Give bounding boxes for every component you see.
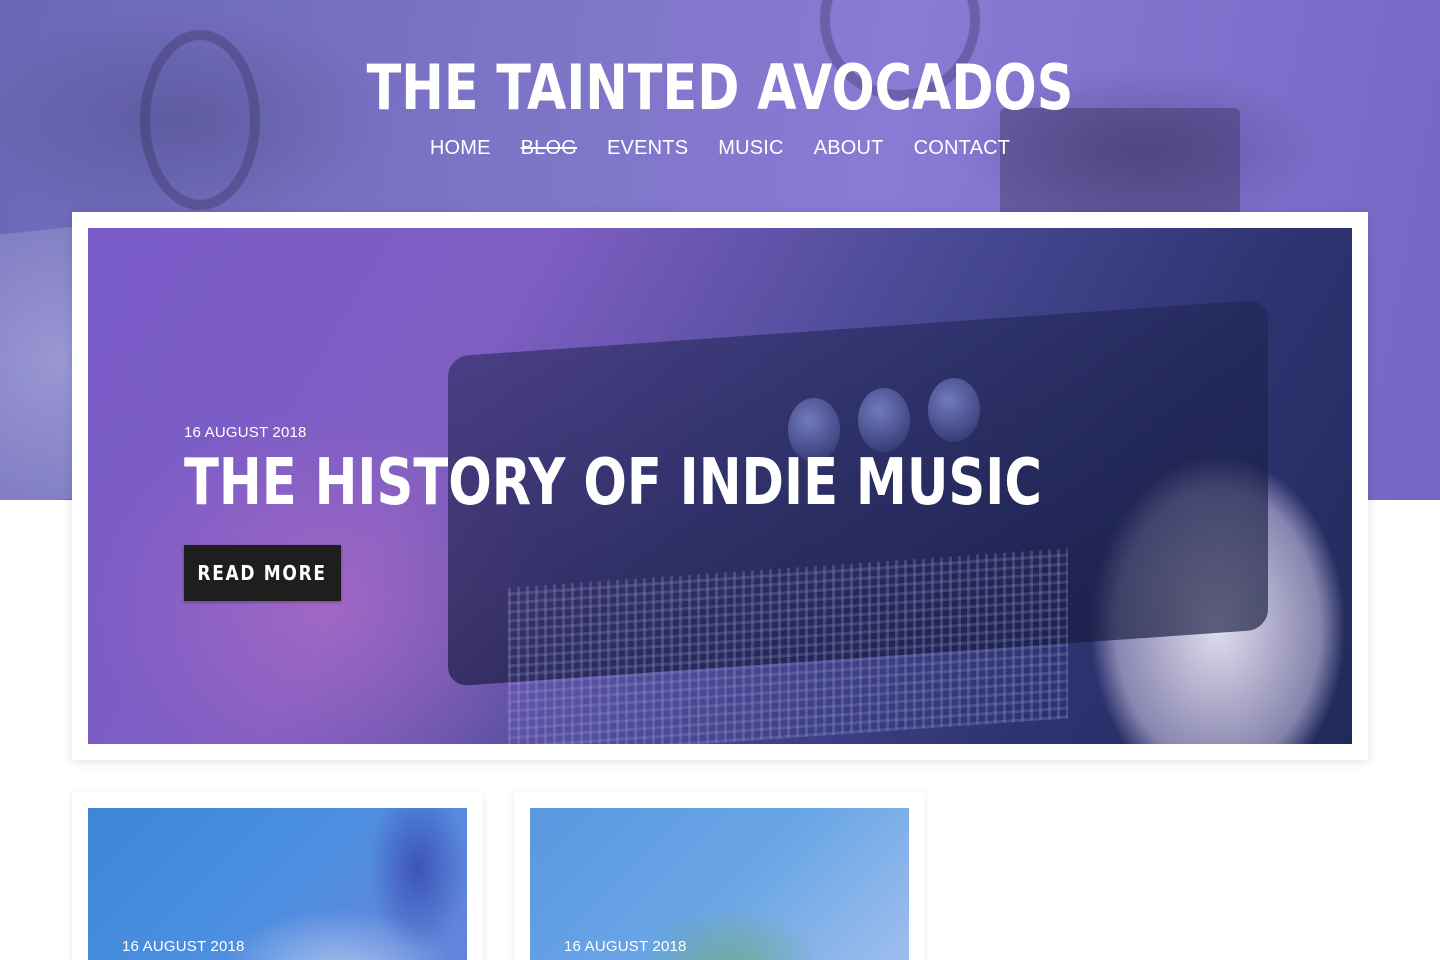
nav-item-events[interactable]: EVENTS bbox=[607, 134, 688, 162]
featured-post-title[interactable]: THE HISTORY OF INDIE MUSIC bbox=[184, 447, 1042, 519]
read-more-label: READ MORE bbox=[197, 561, 328, 585]
post-date: 16 AUGUST 2018 bbox=[122, 938, 245, 955]
nav-item-music[interactable]: MUSIC bbox=[718, 134, 783, 162]
read-more-button[interactable]: READ MORE bbox=[184, 545, 341, 601]
post-image[interactable]: 16 AUGUST 2018 bbox=[530, 808, 909, 960]
main-navigation: HOME BLOG EVENTS MUSIC ABOUT CONTACT bbox=[0, 134, 1440, 162]
featured-post-date: 16 AUGUST 2018 bbox=[184, 424, 307, 441]
post-card: 16 AUGUST 2018 bbox=[514, 792, 925, 960]
nav-item-about[interactable]: ABOUT bbox=[814, 134, 884, 162]
post-date: 16 AUGUST 2018 bbox=[564, 938, 687, 955]
featured-post-content: 16 AUGUST 2018 THE HISTORY OF INDIE MUSI… bbox=[184, 424, 1256, 601]
featured-post-image[interactable]: 16 AUGUST 2018 THE HISTORY OF INDIE MUSI… bbox=[88, 228, 1352, 744]
post-card: 16 AUGUST 2018 bbox=[72, 792, 483, 960]
site-title[interactable]: THE TAINTED AVOCADOS bbox=[130, 52, 1311, 124]
nav-item-contact[interactable]: CONTACT bbox=[914, 134, 1011, 162]
nav-item-home[interactable]: HOME bbox=[430, 134, 491, 162]
hero-background-pedal bbox=[1000, 108, 1240, 218]
nav-item-blog[interactable]: BLOG bbox=[521, 134, 577, 162]
post-image[interactable]: 16 AUGUST 2018 bbox=[88, 808, 467, 960]
featured-post-card: 16 AUGUST 2018 THE HISTORY OF INDIE MUSI… bbox=[72, 212, 1368, 760]
